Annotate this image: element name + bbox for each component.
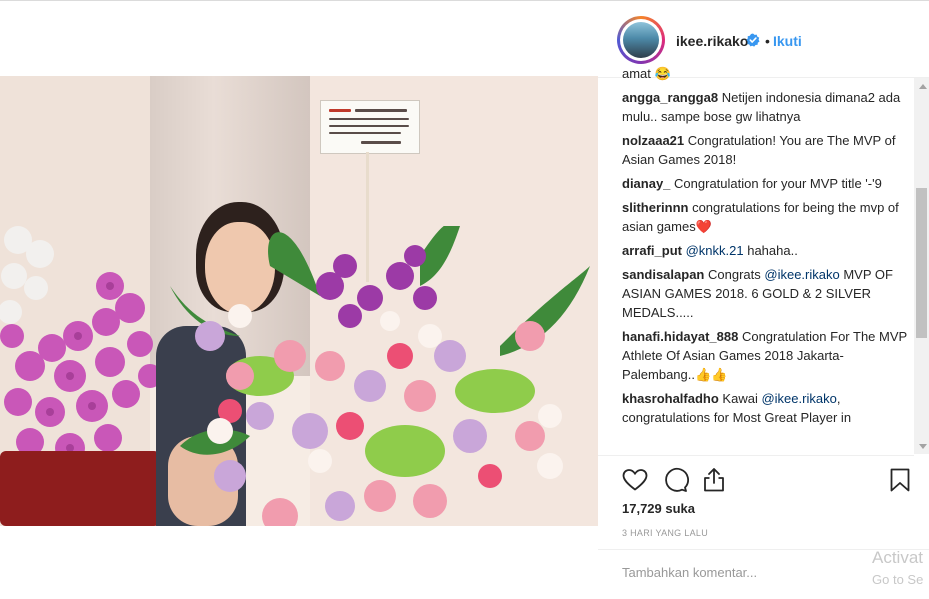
likes-count[interactable]: 17,729 suka <box>622 501 695 516</box>
photo-bouquet <box>170 222 590 526</box>
comment-text: Congratulation for your MVP title '-'9 <box>674 176 882 191</box>
comment-username[interactable]: arrafi_put <box>622 243 682 258</box>
photo-card-sign <box>320 100 420 154</box>
top-border <box>0 0 929 1</box>
comment-item: angga_rangga8 Netijen indonesia dimana2 … <box>622 88 912 126</box>
comment-username[interactable]: slitherinnn <box>622 200 688 215</box>
activate-windows-subtext: Go to Se <box>872 572 924 587</box>
comment-item: amat 😂 <box>622 64 912 83</box>
avatar[interactable] <box>623 22 659 58</box>
activate-windows-watermark: Activat <box>872 548 924 567</box>
comment-item: dianay_ Congratulation for your MVP titl… <box>622 174 912 193</box>
scroll-up-arrow-icon[interactable] <box>919 84 927 89</box>
comment-username[interactable]: hanafi.hidayat_888 <box>622 329 738 344</box>
verified-badge-icon <box>746 33 760 47</box>
follow-button[interactable]: Ikuti <box>773 33 802 49</box>
heart-emoji: ❤️ <box>695 219 712 234</box>
comment-item: nolzaaa21 Congratulation! You are The MV… <box>622 131 912 169</box>
share-icon[interactable] <box>700 466 728 494</box>
comment-text: Kawai <box>722 391 758 406</box>
comment-username[interactable]: khasrohalfadho <box>622 391 719 406</box>
comment-item: sandisalapan Congrats @ikee.rikako MVP O… <box>622 265 912 322</box>
comment-username[interactable]: dianay_ <box>622 176 670 191</box>
comment-mention[interactable]: @knkk.21 <box>686 243 744 258</box>
comments-list[interactable]: amat 😂 angga_rangga8 Netijen indonesia d… <box>622 64 912 455</box>
comment-text: amat 😂 <box>622 66 671 81</box>
photo-red-pot <box>0 451 160 526</box>
comment-mention[interactable]: @ikee.rikako <box>761 391 836 406</box>
scrollbar-thumb[interactable] <box>916 188 927 338</box>
comment-username[interactable]: sandisalapan <box>622 267 704 282</box>
add-comment-input[interactable] <box>622 565 862 580</box>
comment-item: khasrohalfadho Kawai @ikee.rikako, congr… <box>622 389 912 427</box>
post-timestamp[interactable]: 3 HARI YANG LALU <box>622 528 708 538</box>
comment-username[interactable]: angga_rangga8 <box>622 90 718 105</box>
post-photo[interactable] <box>0 76 598 526</box>
comment-item: hanafi.hidayat_888 Congratulation For Th… <box>622 327 912 384</box>
thumbs-up-emoji: 👍👍 <box>695 367 728 382</box>
scroll-down-arrow-icon[interactable] <box>919 444 927 449</box>
comment-username[interactable]: nolzaaa21 <box>622 133 684 148</box>
separator-dot: • <box>765 33 770 49</box>
bookmark-icon[interactable] <box>886 466 914 494</box>
comment-icon[interactable] <box>661 466 689 494</box>
actions-divider <box>598 455 914 456</box>
comment-item: slitherinnn congratulations for being th… <box>622 198 912 236</box>
comment-text: Congrats <box>708 267 761 282</box>
comment-mention[interactable]: @ikee.rikako <box>764 267 839 282</box>
comment-item: arrafi_put @knkk.21 hahaha.. <box>622 241 912 260</box>
comment-text: hahaha.. <box>747 243 798 258</box>
heart-icon[interactable] <box>621 466 649 494</box>
username[interactable]: ikee.rikako <box>676 33 748 49</box>
